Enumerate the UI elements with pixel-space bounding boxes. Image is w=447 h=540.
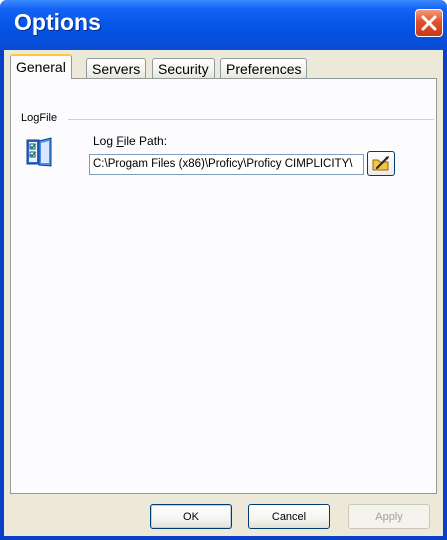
- tab-servers[interactable]: Servers: [86, 58, 147, 78]
- title-bar[interactable]: Options: [0, 0, 447, 50]
- browse-folder-icon: [372, 155, 389, 170]
- tab-preferences[interactable]: Preferences: [220, 58, 308, 78]
- tab-general[interactable]: General: [10, 54, 72, 79]
- options-dialog: Options General Servers Security Prefere…: [0, 0, 447, 540]
- browse-button[interactable]: [367, 151, 395, 176]
- ok-button[interactable]: OK: [150, 504, 232, 529]
- log-file-path-label: Log File Path:: [93, 134, 168, 148]
- logfile-icon: [26, 137, 52, 167]
- group-divider: [68, 119, 434, 120]
- dialog-client-area: General Servers Security Preferences Log…: [4, 50, 443, 536]
- logfile-group-label: LogFile: [21, 112, 58, 124]
- close-icon: [421, 15, 437, 31]
- close-button[interactable]: [415, 9, 443, 37]
- log-file-path-input[interactable]: C:\Progam Files (x86)\Proficy\Proficy CI…: [89, 154, 364, 175]
- apply-button[interactable]: Apply: [348, 504, 430, 529]
- window-title: Options: [14, 9, 101, 35]
- tab-security[interactable]: Security: [152, 58, 215, 78]
- general-tab-page: LogFile Log File Path: C:\Progam Files (…: [10, 78, 437, 494]
- cancel-button[interactable]: Cancel: [248, 504, 330, 529]
